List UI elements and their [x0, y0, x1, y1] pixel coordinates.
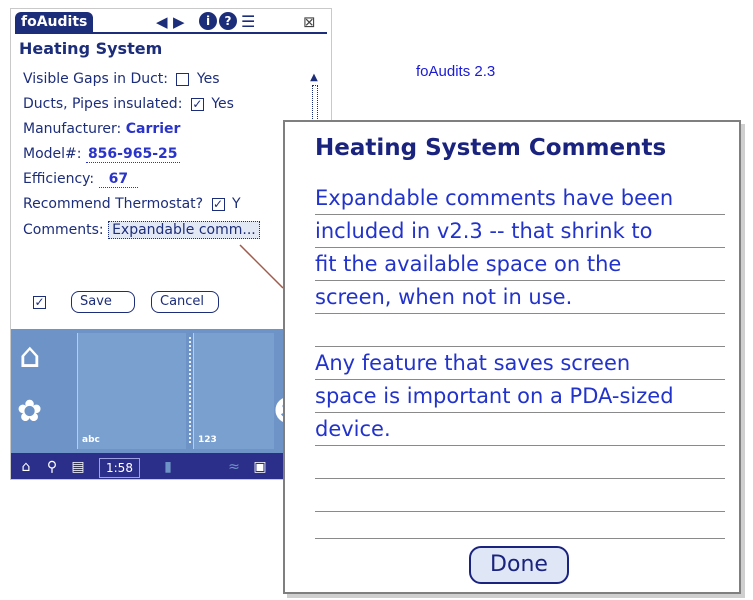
option-text: Yes: [211, 96, 234, 112]
comment-line-7[interactable]: space is important on a PDA-sized: [315, 384, 674, 408]
app-title: foAudits: [15, 12, 94, 32]
field-label: Comments:: [23, 222, 104, 238]
list-view-icon[interactable]: ☰: [241, 12, 255, 32]
visible-gaps-checkbox[interactable]: [176, 72, 190, 86]
menu-icon[interactable]: ▤: [69, 458, 87, 476]
field-efficiency: Efficiency: 67: [23, 171, 139, 188]
field-label: Visible Gaps in Duct:: [23, 71, 169, 87]
field-label: Ducts, Pipes insulated:: [23, 96, 183, 112]
recommend-thermostat-checkbox[interactable]: ✓: [211, 197, 225, 211]
version-label: foAudits 2.3: [416, 63, 496, 80]
cancel-button[interactable]: Cancel: [151, 291, 219, 313]
comment-line-6[interactable]: Any feature that saves screen: [315, 351, 630, 375]
save-button[interactable]: Save: [71, 291, 135, 313]
comment-rule: [315, 379, 725, 380]
ducts-insulated-checkbox[interactable]: ✓: [190, 97, 204, 111]
title-bar: foAudits ◀ ▶ i ? ☰ ⊠: [11, 9, 331, 35]
option-text: Yes: [196, 71, 220, 87]
comment-line-2[interactable]: included in v2.3 -- that shrink to: [315, 219, 653, 243]
field-label: Recommend Thermostat?: [23, 196, 204, 212]
battery-icon: ▮: [164, 459, 172, 475]
comment-rule: [315, 313, 725, 314]
graffiti-numbers-panel[interactable]: 123: [193, 333, 274, 449]
signal-icon[interactable]: ≈: [225, 458, 243, 476]
home-icon[interactable]: ⌂: [19, 339, 41, 373]
title-underline: [15, 32, 327, 34]
find-icon[interactable]: ⚲: [43, 458, 61, 476]
info-icon[interactable]: i: [199, 12, 217, 30]
comment-line-8[interactable]: device.: [315, 417, 391, 441]
close-icon[interactable]: ⊠: [303, 12, 316, 32]
previous-record-icon[interactable]: ◀: [156, 12, 168, 32]
comment-line-4[interactable]: screen, when not in use.: [315, 285, 572, 309]
comment-rule: [315, 214, 725, 215]
help-icon[interactable]: ?: [219, 12, 237, 30]
comment-rule: [315, 280, 725, 281]
manufacturer-value[interactable]: Carrier: [126, 121, 181, 137]
save-checkbox[interactable]: ✓: [33, 296, 46, 309]
done-button[interactable]: Done: [469, 546, 569, 584]
device-icon[interactable]: ▣: [251, 458, 269, 476]
comment-rule: [315, 478, 725, 479]
num-label: 123: [198, 435, 217, 445]
option-text: Y: [232, 196, 241, 212]
abc-label: abc: [82, 435, 100, 445]
graffiti-letters-panel[interactable]: abc: [77, 333, 186, 449]
field-comments: Comments: Expandable comm...: [23, 221, 260, 239]
comment-rule: [315, 346, 725, 347]
field-recommend-thermostat: Recommend Thermostat? ✓ Y: [23, 196, 241, 212]
field-model: Model#: 856-965-25: [23, 146, 180, 163]
field-label: Efficiency:: [23, 171, 95, 187]
comment-line-3[interactable]: fit the available space on the: [315, 252, 621, 276]
comment-rule: [315, 511, 725, 512]
comment-rule: [315, 412, 725, 413]
field-visible-gaps: Visible Gaps in Duct: Yes: [23, 71, 220, 87]
scroll-track[interactable]: [312, 85, 318, 123]
field-ducts-insulated: Ducts, Pipes insulated: ✓ Yes: [23, 96, 234, 112]
dialog-title: Heating System Comments: [315, 135, 667, 161]
model-number-field[interactable]: 856-965-25: [85, 146, 180, 163]
home-icon[interactable]: ⌂: [17, 458, 35, 476]
comment-line-1[interactable]: Expandable comments have been: [315, 186, 673, 210]
comment-rule: [315, 538, 725, 539]
clock[interactable]: 1:58: [99, 458, 140, 478]
comments-dialog: Heating System Comments Expandable comme…: [283, 120, 741, 594]
comment-rule: [315, 247, 725, 248]
field-label: Manufacturer:: [23, 121, 122, 137]
scroll-up-icon[interactable]: ▲: [309, 73, 319, 83]
next-record-icon[interactable]: ▶: [173, 12, 185, 32]
comments-field[interactable]: Expandable comm...: [108, 221, 260, 239]
menu-icon[interactable]: ✿: [17, 395, 42, 429]
section-title: Heating System: [19, 39, 163, 58]
field-label: Model#:: [23, 146, 82, 162]
efficiency-field[interactable]: 67: [98, 171, 139, 188]
graffiti-divider: [189, 337, 191, 443]
field-manufacturer: Manufacturer: Carrier: [23, 121, 180, 137]
comment-rule: [315, 445, 725, 446]
